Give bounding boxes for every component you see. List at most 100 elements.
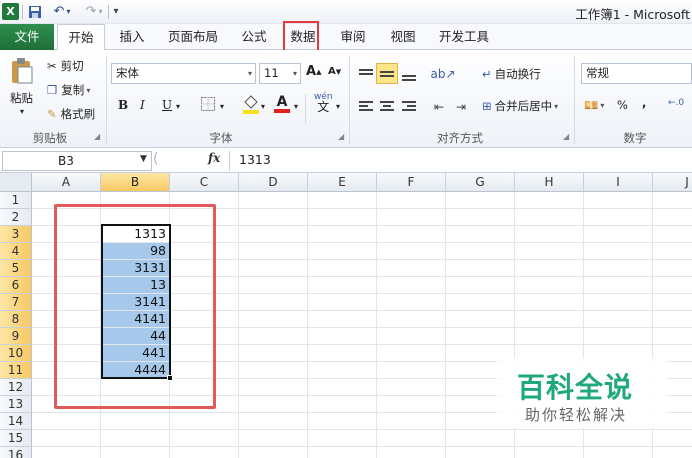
cell-j7[interactable] (653, 294, 692, 311)
row-header-7[interactable]: 7 (0, 294, 32, 311)
border-button[interactable] (200, 96, 216, 115)
cell-g2[interactable] (446, 209, 515, 226)
column-header-a[interactable]: A (32, 173, 101, 192)
tab-formulas[interactable]: 公式 (236, 24, 272, 50)
cell-j15[interactable] (653, 430, 692, 447)
format-painter-button[interactable]: ✎ 格式刷 (47, 106, 95, 122)
cell-j8[interactable] (653, 311, 692, 328)
cell-a3[interactable] (32, 226, 101, 243)
italic-button[interactable]: I (140, 98, 145, 112)
cell-j4[interactable] (653, 243, 692, 260)
cell-c15[interactable] (170, 430, 239, 447)
cell-f9[interactable] (377, 328, 446, 345)
cell-e8[interactable] (308, 311, 377, 328)
cell-h6[interactable] (515, 277, 584, 294)
fill-handle[interactable] (167, 375, 173, 381)
tab-developer[interactable]: 开发工具 (434, 24, 494, 50)
cell-b16[interactable] (101, 447, 170, 458)
cell-j6[interactable] (653, 277, 692, 294)
cell-d3[interactable] (239, 226, 308, 243)
cell-j1[interactable] (653, 192, 692, 209)
align-bottom-button[interactable] (398, 64, 420, 85)
column-header-e[interactable]: E (308, 173, 377, 192)
cell-j2[interactable] (653, 209, 692, 226)
cell-e14[interactable] (308, 413, 377, 430)
cell-f1[interactable] (377, 192, 446, 209)
cell-d12[interactable] (239, 379, 308, 396)
cell-f12[interactable] (377, 379, 446, 396)
cell-f4[interactable] (377, 243, 446, 260)
cell-g16[interactable] (446, 447, 515, 458)
customize-qa-icon[interactable]: ▾ (110, 3, 122, 20)
cell-i6[interactable] (584, 277, 653, 294)
cell-c7[interactable] (170, 294, 239, 311)
cell-f2[interactable] (377, 209, 446, 226)
increase-decimal-button[interactable]: ←.0 (668, 98, 684, 108)
cell-a12[interactable] (32, 379, 101, 396)
cell-f14[interactable] (377, 413, 446, 430)
cell-g4[interactable] (446, 243, 515, 260)
shrink-font-button[interactable]: A ▼ (328, 66, 341, 77)
underline-button[interactable]: U (162, 98, 172, 112)
cell-i8[interactable] (584, 311, 653, 328)
cell-j3[interactable] (653, 226, 692, 243)
cell-d2[interactable] (239, 209, 308, 226)
cut-button[interactable]: ✂ 剪切 (47, 58, 84, 74)
tab-file[interactable]: 文件 (0, 24, 54, 50)
cell-d14[interactable] (239, 413, 308, 430)
name-box-dropdown-icon[interactable]: ▼ (140, 154, 147, 164)
cell-c16[interactable] (170, 447, 239, 458)
cell-f5[interactable] (377, 260, 446, 277)
decrease-indent-button[interactable]: ⇤ (428, 96, 450, 117)
cell-b2[interactable] (101, 209, 170, 226)
column-header-g[interactable]: G (446, 173, 515, 192)
align-center-button[interactable] (376, 96, 398, 117)
cell-i2[interactable] (584, 209, 653, 226)
cell-f8[interactable] (377, 311, 446, 328)
cell-a7[interactable] (32, 294, 101, 311)
cell-c11[interactable] (170, 362, 239, 379)
tab-page-layout[interactable]: 页面布局 (163, 24, 223, 50)
save-icon[interactable] (27, 3, 42, 20)
formula-input[interactable]: 1313 (229, 151, 692, 171)
font-size-combo[interactable]: 11 ▾ (259, 63, 301, 84)
undo-icon[interactable]: ↶ ▾ (47, 3, 77, 20)
cell-a11[interactable] (32, 362, 101, 379)
cell-a8[interactable] (32, 311, 101, 328)
cell-i7[interactable] (584, 294, 653, 311)
column-header-b[interactable]: B (101, 173, 170, 192)
excel-logo-icon[interactable]: X (2, 3, 19, 20)
cell-e5[interactable] (308, 260, 377, 277)
cell-d1[interactable] (239, 192, 308, 209)
cell-a15[interactable] (32, 430, 101, 447)
tab-review[interactable]: 审阅 (335, 24, 371, 50)
orientation-button[interactable]: ab↗ (430, 63, 456, 84)
column-header-h[interactable]: H (515, 173, 584, 192)
cell-f16[interactable] (377, 447, 446, 458)
cell-h15[interactable] (515, 430, 584, 447)
cell-d5[interactable] (239, 260, 308, 277)
cell-a6[interactable] (32, 277, 101, 294)
cell-e7[interactable] (308, 294, 377, 311)
cell-a16[interactable] (32, 447, 101, 458)
cell-i1[interactable] (584, 192, 653, 209)
cell-a5[interactable] (32, 260, 101, 277)
cell-e12[interactable] (308, 379, 377, 396)
align-middle-button[interactable] (376, 63, 398, 84)
redo-icon[interactable]: ↷ ▾ (80, 3, 108, 20)
cell-b3[interactable]: 1313 (101, 226, 170, 243)
name-box[interactable]: B3 (2, 151, 152, 171)
row-header-11[interactable]: 11 (0, 362, 32, 379)
cell-j9[interactable] (653, 328, 692, 345)
cell-g8[interactable] (446, 311, 515, 328)
cell-e9[interactable] (308, 328, 377, 345)
cell-a1[interactable] (32, 192, 101, 209)
cell-h7[interactable] (515, 294, 584, 311)
cell-b15[interactable] (101, 430, 170, 447)
font-color-dropdown-icon[interactable]: ▾ (294, 102, 298, 111)
cell-d15[interactable] (239, 430, 308, 447)
row-header-8[interactable]: 8 (0, 311, 32, 328)
font-color-button[interactable]: A (274, 94, 290, 113)
number-format-combo[interactable]: 常规 (581, 63, 692, 84)
cell-c1[interactable] (170, 192, 239, 209)
